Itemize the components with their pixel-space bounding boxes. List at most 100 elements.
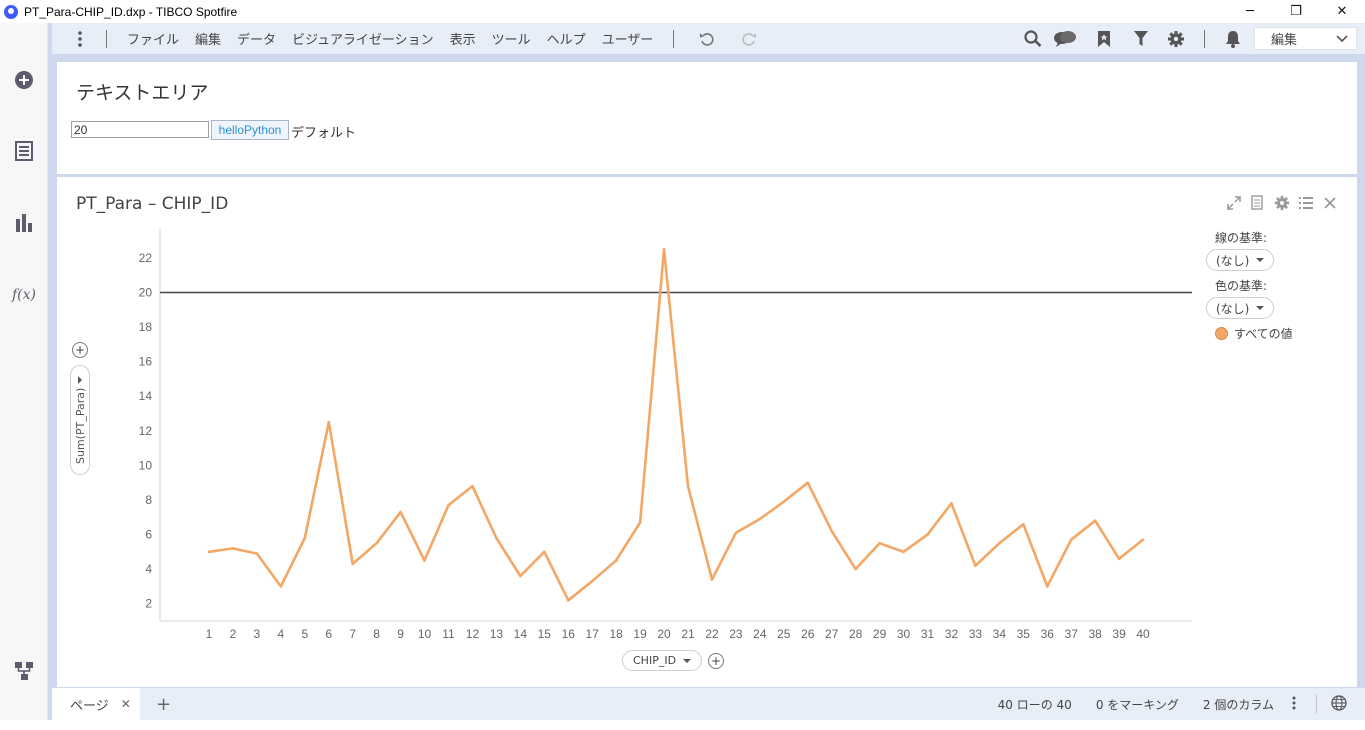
redo-icon[interactable] xyxy=(738,28,760,50)
y-tick-label: 18 xyxy=(139,320,153,334)
data-point[interactable] xyxy=(566,598,570,602)
data-point[interactable] xyxy=(998,541,1001,545)
menu-visualization[interactable]: ビジュアライゼーション xyxy=(284,29,442,48)
minimize-button[interactable]: ─ xyxy=(1227,0,1273,23)
legend-item-label: すべての値 xyxy=(1234,327,1293,341)
data-point[interactable] xyxy=(231,547,235,550)
mode-select[interactable]: 編集 xyxy=(1254,27,1357,50)
bookmark-icon[interactable] xyxy=(1091,26,1117,52)
x-tick-label: 26 xyxy=(801,627,815,641)
hello-python-button[interactable]: helloPython xyxy=(211,120,289,140)
x-tick-label: 4 xyxy=(278,627,285,641)
data-point[interactable] xyxy=(590,579,594,583)
data-point[interactable] xyxy=(758,517,762,521)
data-point[interactable] xyxy=(878,541,881,545)
data-point[interactable] xyxy=(1045,585,1049,588)
globe-icon[interactable] xyxy=(1331,694,1347,714)
data-canvas-icon[interactable] xyxy=(12,659,36,683)
x-tick-label: 29 xyxy=(873,627,887,641)
menu-help[interactable]: ヘルプ xyxy=(539,29,594,48)
notification-bell-icon[interactable] xyxy=(1220,26,1246,52)
data-point[interactable] xyxy=(710,578,714,581)
restore-button[interactable]: ❐ xyxy=(1273,0,1319,23)
data-point[interactable] xyxy=(255,552,259,555)
data-panel-icon[interactable] xyxy=(12,139,36,163)
x-tick-label: 22 xyxy=(705,627,719,641)
menu-data[interactable]: データ xyxy=(229,29,284,48)
close-page-icon[interactable]: ✕ xyxy=(121,697,131,711)
line-by-selector[interactable]: (なし) xyxy=(1206,249,1274,271)
x-axis-selector[interactable]: CHIP_ID xyxy=(622,650,702,671)
line-chart[interactable]: 2468101214161820221 2 3 4 5 6 7 8 9 10 11 12 13 14 15 1… xyxy=(57,177,1357,687)
add-data-icon[interactable] xyxy=(12,68,36,92)
x-tick-label: 19 xyxy=(633,627,647,641)
data-point[interactable] xyxy=(207,550,211,554)
filter-icon[interactable] xyxy=(1128,26,1154,52)
add-y-axis-icon[interactable]: + xyxy=(72,342,88,358)
settings-gear-icon[interactable] xyxy=(1163,26,1189,52)
menu-file[interactable]: ファイル xyxy=(119,29,187,48)
add-page-icon[interactable]: + xyxy=(156,694,171,715)
data-point[interactable] xyxy=(471,484,474,488)
data-point[interactable] xyxy=(375,541,378,545)
x-tick-label: 10 xyxy=(418,627,432,641)
status-more-icon[interactable] xyxy=(1292,696,1296,713)
caret-down-icon xyxy=(1256,306,1264,310)
data-point[interactable] xyxy=(638,521,642,524)
data-point[interactable] xyxy=(351,562,355,566)
data-point[interactable] xyxy=(734,531,738,535)
x-tick-label: 15 xyxy=(538,627,552,641)
data-point[interactable] xyxy=(543,550,546,554)
data-point[interactable] xyxy=(950,502,953,505)
parameter-input[interactable] xyxy=(71,121,209,138)
data-point[interactable] xyxy=(423,559,426,562)
data-point[interactable] xyxy=(974,564,977,567)
visualization-types-icon[interactable] xyxy=(12,211,36,235)
data-point[interactable] xyxy=(303,536,307,540)
menu-user[interactable]: ユーザー xyxy=(594,29,662,48)
data-point[interactable] xyxy=(327,420,331,424)
y-tick-label: 16 xyxy=(139,355,153,369)
more-menu-icon[interactable] xyxy=(66,30,94,47)
x-tick-label: 9 xyxy=(397,627,404,641)
data-point[interactable] xyxy=(1141,538,1145,542)
data-point[interactable] xyxy=(662,247,666,251)
data-point[interactable] xyxy=(1117,557,1121,561)
data-point[interactable] xyxy=(926,533,929,536)
data-point[interactable] xyxy=(854,567,857,571)
menu-tools[interactable]: ツール xyxy=(484,29,539,48)
menu-edit[interactable]: 編集 xyxy=(187,29,229,48)
function-icon[interactable]: f(x) xyxy=(12,283,36,307)
data-point[interactable] xyxy=(279,585,283,588)
page-tab[interactable]: ページ ✕ xyxy=(52,688,140,720)
data-point[interactable] xyxy=(782,500,786,504)
series-line[interactable] xyxy=(208,248,1144,602)
legend-item[interactable]: すべての値 xyxy=(1207,325,1347,342)
data-point[interactable] xyxy=(1022,522,1025,526)
menu-separator xyxy=(106,29,107,48)
add-x-axis-icon[interactable]: + xyxy=(708,653,724,669)
close-window-button[interactable]: ✕ xyxy=(1319,0,1365,23)
data-point[interactable] xyxy=(830,529,833,533)
data-point[interactable] xyxy=(902,550,905,554)
data-point[interactable] xyxy=(447,503,450,507)
toolbar-right xyxy=(1017,25,1249,52)
window-controls: ─ ❐ ✕ xyxy=(1227,0,1365,23)
data-point[interactable] xyxy=(399,510,402,514)
x-tick-label: 23 xyxy=(729,627,743,641)
data-point[interactable] xyxy=(1093,519,1097,523)
data-point[interactable] xyxy=(686,484,690,488)
color-by-selector[interactable]: (なし) xyxy=(1206,297,1274,319)
data-point[interactable] xyxy=(495,536,498,540)
data-point[interactable] xyxy=(806,481,810,484)
collaboration-icon[interactable] xyxy=(1052,26,1078,52)
line-chart-panel: PT_Para – CHIP_ID 2 4 6 8 10 12 14 16 18 20 22 1 2 3 4… xyxy=(57,177,1357,687)
data-point[interactable] xyxy=(614,559,618,562)
line-by-label: 線の基準: xyxy=(1215,231,1268,245)
y-axis-selector[interactable]: Sum(PT_Para) xyxy=(70,365,90,475)
data-point[interactable] xyxy=(1069,538,1073,542)
undo-icon[interactable] xyxy=(696,28,718,50)
data-point[interactable] xyxy=(519,574,522,578)
menu-view[interactable]: 表示 xyxy=(442,29,484,48)
search-icon[interactable] xyxy=(1020,26,1046,52)
